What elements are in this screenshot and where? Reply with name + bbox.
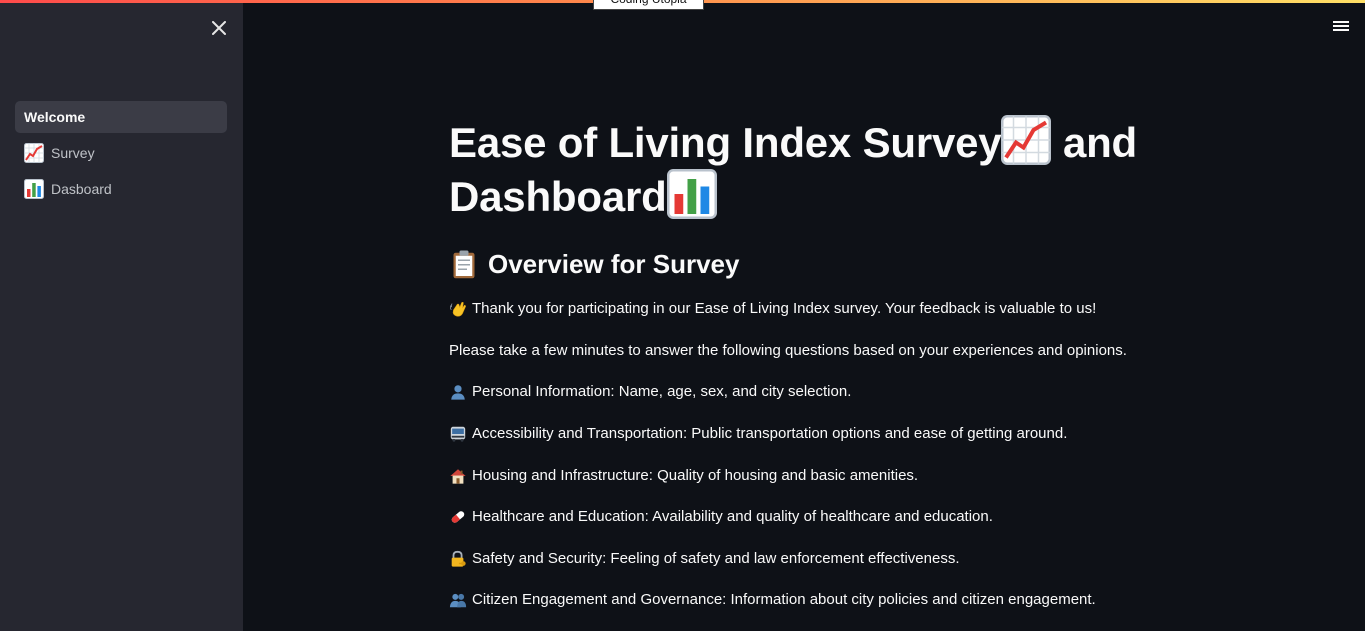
- bar-chart-icon: [666, 169, 717, 219]
- paragraph-text: Please take a few minutes to answer the …: [449, 342, 1127, 359]
- paragraph-text: Healthcare and Education: Availability a…: [472, 508, 993, 525]
- hamburger-menu-icon: [1333, 21, 1349, 31]
- title-text: and: [1051, 119, 1138, 166]
- pill-icon: [451, 511, 465, 523]
- paragraph: Safety and Security: Feeling of safety a…: [449, 549, 1149, 569]
- paragraph-text: Citizen Engagement and Governance: Infor…: [472, 591, 1096, 608]
- waving-hand-icon: [450, 301, 466, 317]
- sidebar-item-welcome[interactable]: Welcome: [15, 101, 227, 133]
- people-icon: [449, 593, 467, 608]
- paragraph: Accessibility and Transportation: Public…: [449, 424, 1149, 444]
- paragraph-text: Thank you for participating in our Ease …: [472, 300, 1097, 317]
- sidebar-item-dashboard[interactable]: Dasboard: [15, 173, 227, 205]
- title-text: Ease of Living Index Survey: [449, 119, 1002, 166]
- clipboard-icon: [453, 250, 475, 279]
- section-heading: Overview for Survey: [449, 247, 1149, 281]
- paragraph: Thank you for participating in our Ease …: [449, 299, 1149, 319]
- paragraph-text: Safety and Security: Feeling of safety a…: [472, 550, 960, 567]
- main-content: Ease of Living Index Survey and Dashboar…: [449, 115, 1149, 610]
- section-heading-text: Overview for Survey: [488, 249, 740, 279]
- bar-chart-icon: [24, 179, 44, 199]
- sidebar-item-label: Dasboard: [51, 181, 112, 197]
- sidebar-item-label: Welcome: [24, 109, 86, 125]
- paragraph: Healthcare and Education: Availability a…: [449, 507, 1149, 527]
- paragraph: Citizen Engagement and Governance: Infor…: [449, 590, 1149, 610]
- chart-increasing-icon: [1001, 115, 1052, 165]
- paragraph: Please take a few minutes to answer the …: [449, 341, 1149, 361]
- title-text: Dashboard: [449, 173, 667, 220]
- lock-key-icon: [451, 550, 466, 567]
- status-tag: Coding Utopia: [593, 0, 704, 10]
- house-icon: [450, 469, 466, 484]
- paragraph-text: Housing and Infrastructure: Quality of h…: [472, 467, 919, 484]
- page-title: Ease of Living Index Survey and Dashboar…: [449, 115, 1149, 223]
- main-menu-button[interactable]: [1330, 16, 1352, 36]
- chart-increasing-icon: [24, 143, 44, 163]
- sidebar-nav: Welcome Survey Dasboard: [15, 101, 227, 209]
- sidebar-item-label: Survey: [51, 145, 95, 161]
- sidebar: Welcome Survey Dasboard: [0, 0, 243, 631]
- bus-icon: [450, 426, 466, 442]
- paragraph: Housing and Infrastructure: Quality of h…: [449, 466, 1149, 486]
- sidebar-item-survey[interactable]: Survey: [15, 137, 227, 169]
- close-sidebar-button[interactable]: [207, 16, 231, 40]
- paragraph-text: Accessibility and Transportation: Public…: [472, 425, 1068, 442]
- paragraph: Personal Information: Name, age, sex, an…: [449, 382, 1149, 402]
- close-icon: [212, 21, 226, 35]
- person-icon: [451, 385, 465, 400]
- paragraph-text: Personal Information: Name, age, sex, an…: [472, 383, 852, 400]
